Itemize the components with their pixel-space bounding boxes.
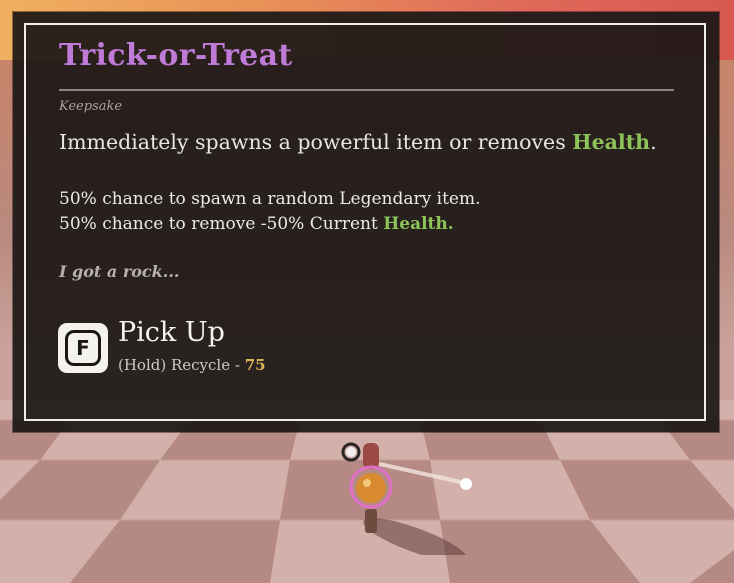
effect-line-text: 50% chance to remove -50% Current	[59, 214, 384, 234]
recycle-cost: 75	[244, 356, 266, 374]
flavor-text: I got a rock...	[59, 262, 180, 281]
item-tooltip-panel: Trick-or-Treat Keepsake Immediately spaw…	[13, 12, 719, 432]
health-keyword: Health	[572, 130, 651, 154]
item-description: Immediately spawns a powerful item or re…	[59, 130, 657, 154]
keyboard-key-f-icon[interactable]: F	[58, 323, 108, 373]
game-scene: Trick-or-Treat Keepsake Immediately spaw…	[0, 0, 734, 583]
recycle-label: (Hold) Recycle -	[118, 356, 245, 374]
effect-line-spawn: 50% chance to spawn a random Legendary i…	[59, 189, 481, 209]
item-category: Keepsake	[59, 99, 123, 114]
title-divider	[59, 89, 674, 91]
pick-up-action[interactable]: Pick Up	[118, 317, 225, 348]
player-character-icon	[335, 435, 475, 562]
health-keyword-2: Health.	[383, 214, 454, 234]
description-text: Immediately spawns a powerful item or re…	[59, 130, 573, 154]
key-label: F	[65, 330, 101, 366]
recycle-action[interactable]: (Hold) Recycle - 75	[118, 356, 266, 374]
item-title: Trick-or-Treat	[59, 38, 293, 73]
effect-line-remove: 50% chance to remove -50% Current Health…	[59, 214, 454, 234]
description-period: .	[650, 130, 657, 154]
